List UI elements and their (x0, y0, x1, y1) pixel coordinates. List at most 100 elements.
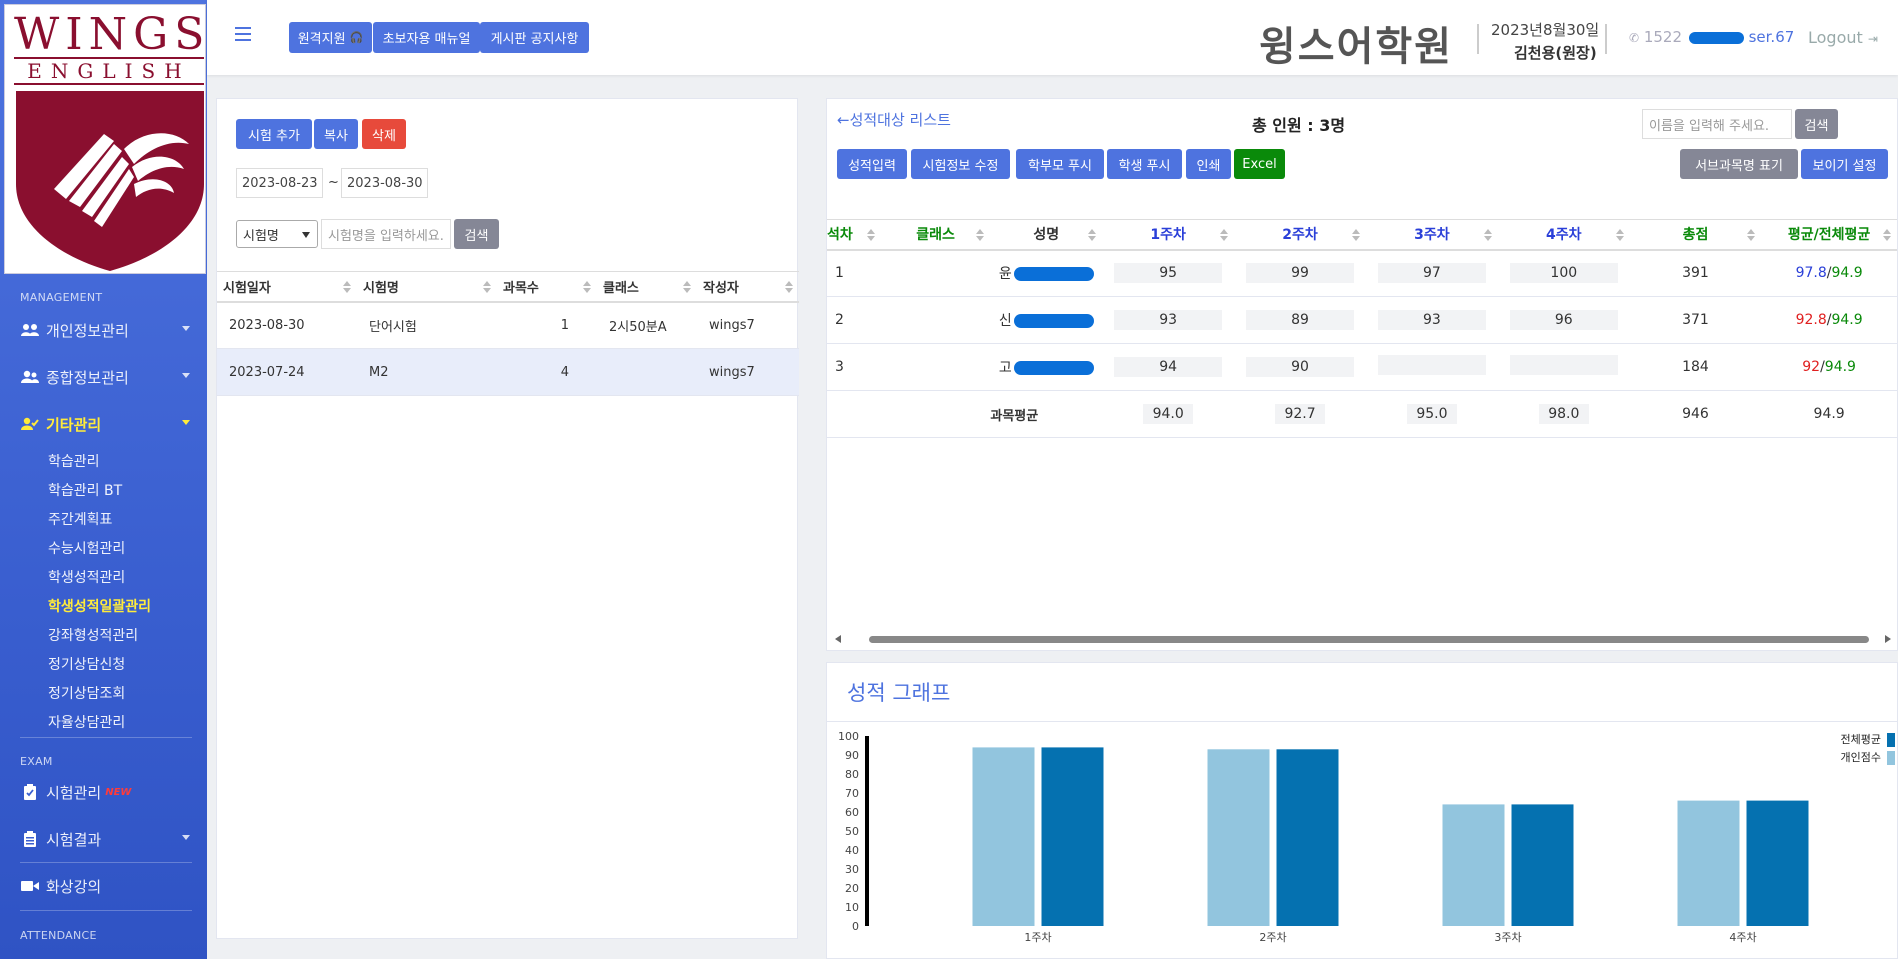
bar-personal-4 (1677, 800, 1740, 926)
table-row[interactable]: 2023-07-24 M2 4 wings7 (217, 348, 799, 396)
cell-week3[interactable]: 93 (1365, 296, 1498, 344)
back-to-list-link[interactable]: ←성적대상 리스트 (837, 109, 951, 130)
sidebar-item-video-lecture[interactable]: 화상강의 (20, 873, 196, 899)
exam-search-button[interactable]: 검색 (454, 219, 499, 249)
phone-info: ✆ 1522 ser.67 (1629, 28, 1794, 46)
phone-icon: ✆ (1629, 31, 1640, 45)
show-subname-button[interactable]: 서브과목명 표기 (1680, 149, 1798, 179)
cell-total: 391 (1629, 249, 1762, 297)
cell-week3[interactable]: 97 (1365, 249, 1498, 297)
logout-button[interactable]: Logout ⇥ (1808, 28, 1878, 47)
score-value: 90 (1246, 357, 1355, 377)
cell-empty (880, 390, 991, 438)
column-header-name[interactable]: 성명 (990, 219, 1103, 251)
cell-average: 92/94.9 (1761, 343, 1897, 391)
section-heading-management: MANAGEMENT (20, 291, 103, 304)
logo[interactable]: WINGS ENGLISH (4, 4, 206, 274)
menu-toggle-icon[interactable] (235, 27, 251, 41)
column-header-class[interactable]: 클래스 (597, 271, 697, 303)
beginner-manual-button[interactable]: 초보자용 매뉴얼 (373, 22, 480, 53)
sidebar-subitem-free-consult[interactable]: 자율상담관리 (48, 712, 125, 732)
excel-button[interactable]: Excel (1234, 149, 1285, 179)
sidebar-subitem-study-bt[interactable]: 학습관리 BT (48, 480, 122, 500)
cell-week4[interactable]: 96 (1497, 296, 1630, 344)
column-label: 시험명 (363, 280, 399, 296)
column-header-date[interactable]: 시험일자 (217, 271, 357, 303)
board-notice-button[interactable]: 게시판 공지사항 (480, 22, 589, 53)
cell-week2[interactable]: 90 (1234, 343, 1366, 391)
sort-icon (1615, 229, 1624, 241)
copy-button[interactable]: 복사 (314, 119, 358, 149)
sidebar-item-etc-management[interactable]: 기타관리 (20, 411, 196, 437)
sidebar-item-exam-results[interactable]: 시험결과 (20, 826, 196, 852)
cell-week2[interactable]: 89 (1234, 296, 1366, 344)
cell-week4[interactable]: 100 (1497, 249, 1630, 297)
view-settings-button[interactable]: 보이기 설정 (1801, 149, 1888, 179)
exam-name-search-input[interactable]: 시험명을 입력하세요. (321, 219, 451, 249)
horizontal-scrollbar[interactable] (827, 631, 1897, 647)
table-row[interactable]: 3 고 94 90 184 92/94.9 (827, 343, 1897, 391)
column-header-week2[interactable]: 2주차 (1234, 219, 1366, 251)
sidebar-subitem-student-grades[interactable]: 학생성적관리 (48, 567, 125, 587)
edit-exam-info-button[interactable]: 시험정보 수정 (911, 149, 1010, 179)
cell-total: 184 (1629, 343, 1762, 391)
date-from-input[interactable]: 2023-08-23 (236, 168, 323, 198)
sort-icon (785, 281, 793, 293)
sidebar-subitem-weekly-plan[interactable]: 주간계획표 (48, 509, 112, 529)
scroll-left-icon[interactable] (835, 635, 841, 643)
sidebar-subitem-suneung-exam[interactable]: 수능시험관리 (48, 538, 125, 558)
column-header-class[interactable]: 클래스 (880, 219, 991, 251)
remote-support-button[interactable]: 원격지원 🎧 (289, 22, 372, 53)
sidebar-item-personal-info[interactable]: 개인정보관리 (20, 317, 196, 343)
column-label: 클래스 (916, 227, 955, 244)
student-search-button[interactable]: 검색 (1795, 109, 1838, 139)
sidebar-subitem-bulk-grades[interactable]: 학생성적일괄관리 (48, 596, 151, 616)
column-header-average[interactable]: 평균/전체평균 (1761, 219, 1897, 251)
cell-week3[interactable] (1365, 343, 1498, 391)
student-name-search-input[interactable]: 이름을 입력해 주세요. (1642, 109, 1792, 139)
users-icon (20, 322, 40, 338)
column-header-rank[interactable]: 석차 (827, 219, 881, 251)
cell-week2[interactable]: 99 (1234, 249, 1366, 297)
sidebar-subitem-consult-request[interactable]: 정기상담신청 (48, 654, 125, 674)
column-header-name[interactable]: 시험명 (357, 271, 497, 303)
sidebar-item-label: 화상강의 (46, 877, 102, 896)
table-row[interactable]: 1 윤 95 99 97 100 391 97.8/94.9 (827, 249, 1897, 297)
y-tick-label: 30 (845, 863, 859, 876)
column-header-total[interactable]: 총점 (1629, 219, 1762, 251)
column-header-author[interactable]: 작성자 (697, 271, 799, 303)
column-header-subjects[interactable]: 과목수 (497, 271, 597, 303)
scroll-right-icon[interactable] (1885, 635, 1891, 643)
cell-rank: 2 (827, 296, 881, 344)
delete-button[interactable]: 삭제 (362, 119, 406, 149)
print-button[interactable]: 인쇄 (1186, 149, 1231, 179)
date-to-input[interactable]: 2023-08-30 (341, 168, 428, 198)
bar-chart: 0 10 20 30 40 50 60 70 80 90 100 1주차 2주차 3주차 4주차 전체평균개인… (838, 730, 1895, 944)
search-filter-select[interactable]: 시험명 (236, 220, 318, 248)
sidebar-subitem-consult-view[interactable]: 정기상담조회 (48, 683, 125, 703)
cell-week1[interactable]: 95 (1102, 249, 1235, 297)
sidebar-subitem-course-grades[interactable]: 강좌형성적관리 (48, 625, 138, 645)
parent-push-button[interactable]: 학부모 푸시 (1016, 149, 1104, 179)
cell-week1[interactable]: 93 (1102, 296, 1235, 344)
y-tick-label: 80 (845, 768, 859, 781)
add-exam-button[interactable]: 시험 추가 (236, 119, 312, 149)
table-row[interactable]: 2023-08-30 단어시험 1 2시50분A wings7 (217, 301, 799, 349)
column-header-week4[interactable]: 4주차 (1497, 219, 1630, 251)
table-row[interactable]: 2 신 93 89 93 96 371 92.8/94.9 (827, 296, 1897, 344)
sidebar-item-exam-management[interactable]: 시험관리 NEW (20, 779, 196, 805)
sidebar-item-general-info[interactable]: 종합정보관리 (20, 364, 196, 390)
cell-week1[interactable]: 94 (1102, 343, 1235, 391)
grade-input-button[interactable]: 성적입력 (837, 149, 907, 179)
sidebar-subitem-study[interactable]: 학습관리 (48, 451, 100, 471)
cell-week4[interactable] (1497, 343, 1630, 391)
y-tick-label: 70 (845, 787, 859, 800)
avg-value: 92 (1802, 359, 1821, 375)
column-header-week1[interactable]: 1주차 (1102, 219, 1235, 251)
student-push-button[interactable]: 학생 푸시 (1107, 149, 1182, 179)
score-value: 93 (1377, 310, 1486, 330)
column-header-week3[interactable]: 3주차 (1365, 219, 1498, 251)
scroll-thumb[interactable] (869, 636, 1869, 643)
sort-icon (976, 229, 985, 241)
column-label: 4주차 (1546, 227, 1582, 244)
